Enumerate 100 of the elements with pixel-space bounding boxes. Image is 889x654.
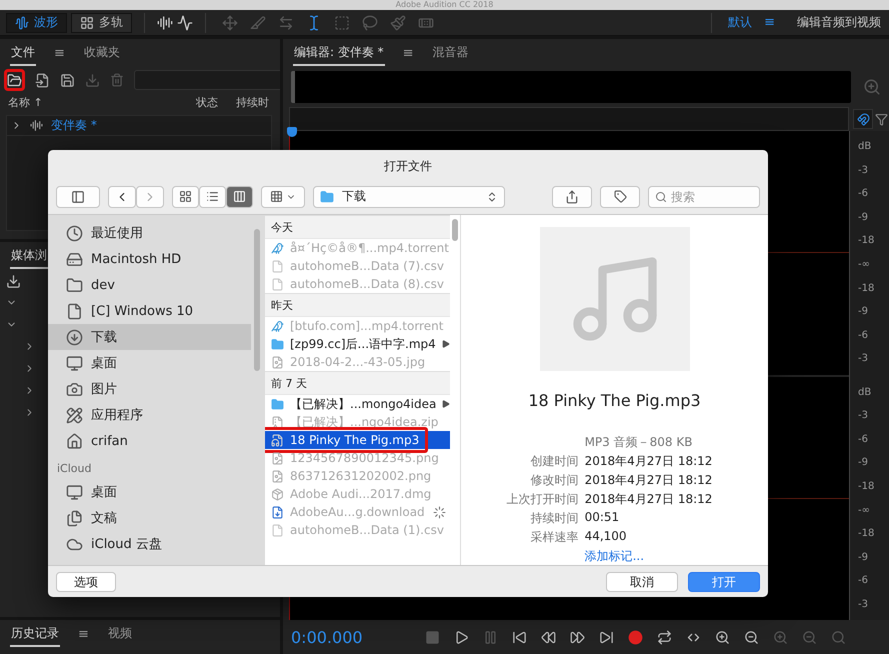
panel-tab[interactable]: 收藏夹 bbox=[82, 40, 121, 66]
file-item[interactable]: 【已解决】...mongo4idea bbox=[265, 395, 450, 413]
workspace-tab[interactable]: 多轨 bbox=[71, 12, 132, 32]
spectrum-icon[interactable] bbox=[157, 14, 173, 30]
file-name: [zp99.cc]后...语中字.mp4 bbox=[290, 336, 436, 352]
skip-back-icon[interactable] bbox=[512, 630, 527, 644]
waveform-icon[interactable] bbox=[177, 14, 193, 30]
tag-button[interactable] bbox=[600, 186, 640, 208]
workspace-tab[interactable]: 波形 bbox=[6, 12, 67, 32]
panel-tab[interactable]: 混音器 bbox=[432, 40, 470, 66]
scale-label: -3 bbox=[858, 164, 869, 176]
group-heading: 前 7 天 bbox=[271, 376, 307, 390]
rewind-icon[interactable] bbox=[541, 630, 556, 644]
scroll-bar[interactable] bbox=[254, 229, 260, 371]
import-icon[interactable] bbox=[6, 274, 21, 289]
play-icon[interactable] bbox=[454, 630, 469, 644]
loop-icon[interactable] bbox=[657, 630, 672, 644]
record-icon[interactable] bbox=[628, 630, 643, 644]
info-value: 2018年4月27日 18:12 bbox=[584, 453, 712, 470]
sidebar-item[interactable]: 下载 bbox=[48, 324, 251, 350]
progress-icon bbox=[433, 506, 446, 518]
file-name: 变伴奏 * bbox=[51, 117, 97, 134]
cancel-button[interactable]: 取消 bbox=[606, 572, 678, 592]
workspace-name[interactable]: 默认 bbox=[724, 14, 756, 31]
zoom-out-icon[interactable] bbox=[744, 630, 759, 644]
column-header[interactable]: 持续时 bbox=[236, 94, 280, 110]
zoom-in-icon[interactable] bbox=[715, 630, 730, 644]
file-summary: MP3 音频－808 KB bbox=[584, 434, 694, 451]
file-name: 2018-04-2...-43-05.jpg bbox=[290, 355, 426, 369]
clock-icon bbox=[66, 224, 83, 242]
sidebar-item[interactable]: [C] Windows 10 bbox=[48, 298, 251, 324]
disclosure-icon[interactable] bbox=[442, 340, 450, 348]
skip-forward-icon[interactable] bbox=[599, 630, 614, 644]
columns-icon bbox=[233, 190, 246, 203]
new-file-icon[interactable] bbox=[60, 72, 75, 88]
workspace-menu[interactable]: ≡ bbox=[760, 15, 779, 30]
sidebar-item[interactable]: 应用程序 bbox=[48, 402, 251, 428]
archive-file-icon bbox=[271, 416, 284, 428]
panel-tab[interactable]: 视频 bbox=[106, 622, 133, 646]
dialog-title: 打开文件 bbox=[384, 158, 432, 175]
open-file-button[interactable] bbox=[4, 69, 25, 91]
scale-label: -18 bbox=[858, 282, 876, 294]
disclosure-icon[interactable] bbox=[442, 400, 450, 408]
add-tags-link[interactable]: 添加标记... bbox=[584, 548, 712, 565]
magnet-button[interactable] bbox=[853, 109, 873, 129]
file-icon bbox=[271, 524, 284, 536]
search-field[interactable] bbox=[134, 70, 280, 90]
sidebar-item[interactable]: iCloud 云盘 bbox=[48, 531, 251, 557]
panel-tab[interactable]: 编辑器: 变伴奏 * bbox=[293, 40, 385, 66]
sidebar-toggle-button[interactable] bbox=[56, 186, 100, 208]
info-label: 持续时间 bbox=[530, 510, 579, 527]
panel-menu[interactable]: ≡ bbox=[74, 626, 93, 642]
file-row[interactable]: 变伴奏 * bbox=[7, 116, 271, 136]
audio-file-icon bbox=[271, 434, 284, 446]
scale-label: dB bbox=[858, 386, 872, 398]
playhead[interactable] bbox=[287, 127, 297, 137]
sidebar-item[interactable]: dev bbox=[48, 272, 251, 298]
scale-label: -3 bbox=[858, 598, 869, 610]
sidebar-item[interactable]: 最近使用 bbox=[48, 220, 251, 246]
share-button[interactable] bbox=[552, 186, 592, 208]
arrange-button[interactable] bbox=[261, 186, 305, 208]
list-view-button[interactable] bbox=[199, 186, 226, 208]
scale-label: -6 bbox=[858, 188, 869, 200]
folder-icon bbox=[271, 398, 284, 410]
info-label: 采样速率 bbox=[530, 529, 579, 546]
back-button[interactable] bbox=[108, 186, 136, 208]
import-icon[interactable] bbox=[35, 72, 50, 88]
sidebar-item[interactable]: 文稿 bbox=[48, 505, 251, 531]
tag-icon bbox=[614, 190, 626, 203]
file-item[interactable]: [zp99.cc]后...语中字.mp4 bbox=[265, 335, 450, 353]
sidebar-item[interactable]: 图片 bbox=[48, 376, 251, 402]
icon-view-button[interactable] bbox=[172, 186, 199, 208]
sidebar-item[interactable]: 桌面 bbox=[48, 350, 251, 376]
sidebar-item[interactable]: Macintosh HD bbox=[48, 246, 251, 272]
file-name: å¤´Hç©å®¶...mp4.torrent bbox=[290, 241, 449, 255]
fast-forward-icon[interactable] bbox=[570, 630, 585, 644]
sidebar-item[interactable]: 桌面 bbox=[48, 479, 251, 505]
file-name: 1234567890012345.png bbox=[290, 451, 440, 465]
panel-menu[interactable]: ≡ bbox=[50, 46, 69, 60]
column-view-button[interactable] bbox=[226, 186, 253, 208]
up-down-icon bbox=[486, 190, 498, 202]
folder-icon bbox=[66, 276, 83, 294]
audio-icon bbox=[30, 119, 43, 132]
download-icon bbox=[66, 328, 83, 346]
filter-icon[interactable] bbox=[875, 112, 888, 126]
panel-menu[interactable]: ≡ bbox=[398, 46, 418, 60]
image-file-icon bbox=[271, 452, 284, 464]
panel-tab[interactable]: 文件 bbox=[10, 40, 36, 66]
files-icon bbox=[66, 510, 83, 526]
workspace-link[interactable]: 编辑音频到视频 bbox=[783, 14, 883, 31]
options-button[interactable]: 选项 bbox=[56, 572, 116, 592]
column-header[interactable]: 名称 ↑ bbox=[8, 94, 196, 110]
preview-title: 18 Pinky The Pig.mp3 bbox=[528, 391, 701, 410]
image-file-icon bbox=[271, 356, 284, 368]
sidebar-item[interactable]: crifan bbox=[48, 428, 251, 454]
location-popup[interactable]: 下载 bbox=[313, 186, 505, 208]
panel-tab[interactable]: 历史记录 bbox=[10, 622, 60, 646]
column-header[interactable]: 状态 bbox=[196, 94, 236, 110]
scroll-bar[interactable] bbox=[452, 219, 458, 241]
file-name: autohomeB...Data (1).csv bbox=[290, 523, 445, 537]
